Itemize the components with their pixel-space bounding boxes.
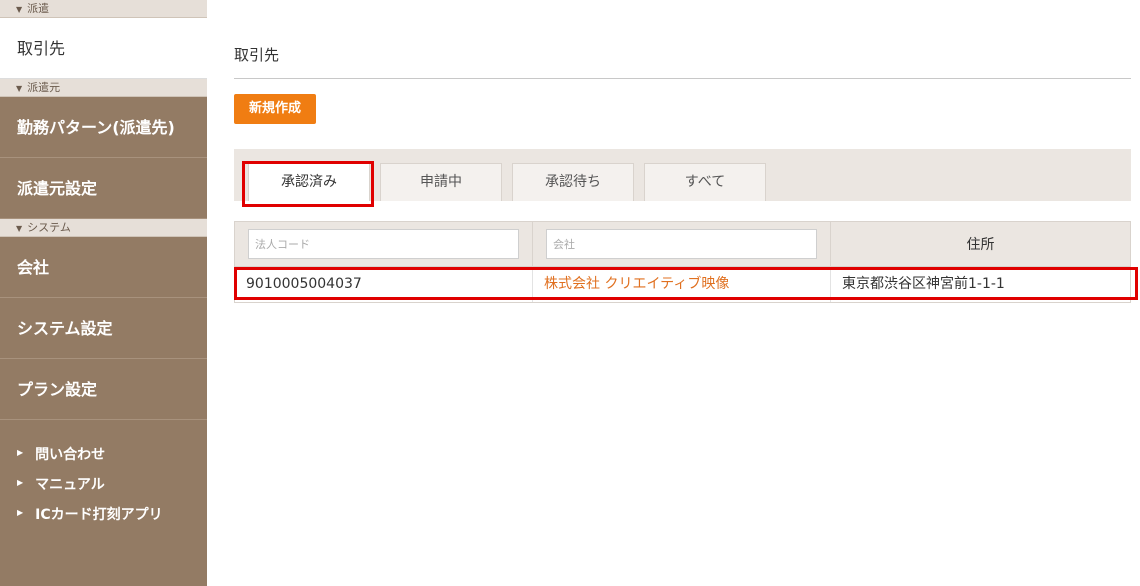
triangle-right-icon: ▶ [17, 448, 24, 457]
tab-awaiting-approval[interactable]: 承認待ち [512, 163, 634, 201]
column-header-address: 住所 [966, 237, 995, 253]
section-header-dispatch[interactable]: ▼ 派遣 [0, 0, 207, 18]
table-header: 住所 [235, 222, 1130, 267]
tab-approved[interactable]: 承認済み [248, 163, 370, 201]
main-content: 取引先 新規作成 承認済み 申請中 承認待ち すべて 住所 9010005004… [234, 0, 1131, 303]
column-header-company [533, 222, 831, 266]
triangle-down-icon: ▼ [16, 5, 23, 14]
triangle-down-icon: ▼ [16, 224, 23, 233]
section-header-source[interactable]: ▼ 派遣元 [0, 79, 207, 97]
company-filter-input[interactable] [546, 229, 817, 259]
partners-table: 住所 9010005004037 株式会社 クリエイティブ映像 東京都渋谷区神宮… [234, 221, 1131, 303]
sidebar: ▼ 派遣 取引先 ▼ 派遣元 勤務パターン(派遣先) 派遣元設定 ▼ システム 会社 … [0, 0, 207, 586]
triangle-down-icon: ▼ [16, 84, 23, 93]
sidebar-links: ▶ 問い合わせ ▶ マニュアル ▶ ICカード打刻アプリ [0, 420, 207, 530]
contact-link[interactable]: ▶ 問い合わせ [0, 440, 207, 470]
cell-company-link[interactable]: 株式会社 クリエイティブ映像 [533, 267, 831, 302]
column-header-corp-code [235, 222, 533, 266]
triangle-right-icon: ▶ [17, 478, 24, 487]
new-create-button[interactable]: 新規作成 [234, 94, 317, 124]
sidebar-item-company[interactable]: 会社 [0, 237, 207, 298]
status-tabs: 承認済み 申請中 承認待ち すべて [234, 149, 1131, 207]
sidebar-item-plan-settings[interactable]: プラン設定 [0, 359, 207, 420]
table-row: 9010005004037 株式会社 クリエイティブ映像 東京都渋谷区神宮前1-… [235, 267, 1130, 302]
sidebar-item-source-settings[interactable]: 派遣元設定 [0, 158, 207, 219]
sidebar-item-partners[interactable]: 取引先 [0, 18, 207, 79]
ic-card-app-link[interactable]: ▶ ICカード打刻アプリ [0, 500, 207, 530]
cell-address: 東京都渋谷区神宮前1-1-1 [842, 276, 1005, 292]
corp-code-filter-input[interactable] [248, 229, 519, 259]
tab-pending[interactable]: 申請中 [380, 163, 502, 201]
sidebar-item-system-settings[interactable]: システム設定 [0, 298, 207, 359]
sidebar-item-work-pattern[interactable]: 勤務パターン(派遣先) [0, 97, 207, 158]
triangle-right-icon: ▶ [17, 508, 24, 517]
tab-all[interactable]: すべて [644, 163, 766, 201]
manual-link[interactable]: ▶ マニュアル [0, 470, 207, 500]
cell-corp-code: 9010005004037 [235, 267, 533, 302]
section-header-system[interactable]: ▼ システム [0, 219, 207, 237]
page-title: 取引先 [234, 44, 1131, 79]
